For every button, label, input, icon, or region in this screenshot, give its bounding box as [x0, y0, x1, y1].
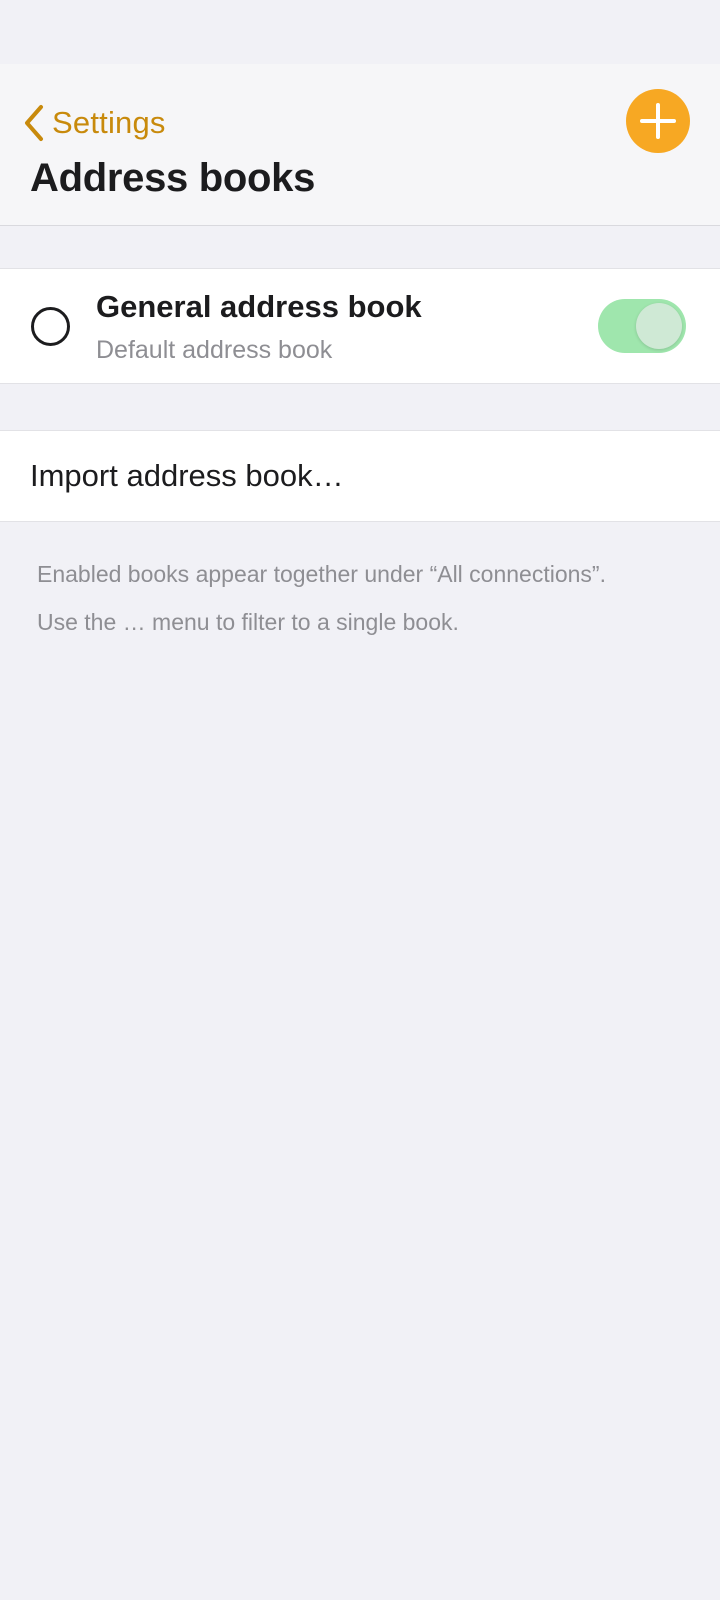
- back-button[interactable]: Settings: [22, 100, 166, 146]
- address-book-name: General address book: [96, 289, 422, 324]
- enable-toggle[interactable]: [598, 299, 686, 353]
- page-title: Address books: [30, 156, 316, 200]
- import-address-book-row[interactable]: Import address book…: [0, 430, 720, 522]
- back-button-label: Settings: [52, 105, 166, 140]
- navigation-header: Settings Address books: [0, 64, 720, 226]
- status-bar: [0, 0, 720, 64]
- toggle-knob: [636, 303, 682, 349]
- address-book-subtitle: Default address book: [96, 336, 333, 364]
- chevron-left-icon: [25, 105, 43, 141]
- footer-note-line-2: Use the … menu to filter to a single boo…: [37, 609, 459, 635]
- footer-note-line-1: Enabled books appear together under “All…: [37, 561, 606, 587]
- footer-note: Enabled books appear together under “All…: [37, 550, 707, 646]
- import-address-book-label: Import address book…: [30, 458, 344, 493]
- select-radio-button[interactable]: [31, 307, 70, 346]
- add-address-book-button[interactable]: [626, 89, 690, 153]
- plus-icon: [640, 103, 676, 139]
- address-book-row[interactable]: General address book Default address boo…: [0, 268, 720, 384]
